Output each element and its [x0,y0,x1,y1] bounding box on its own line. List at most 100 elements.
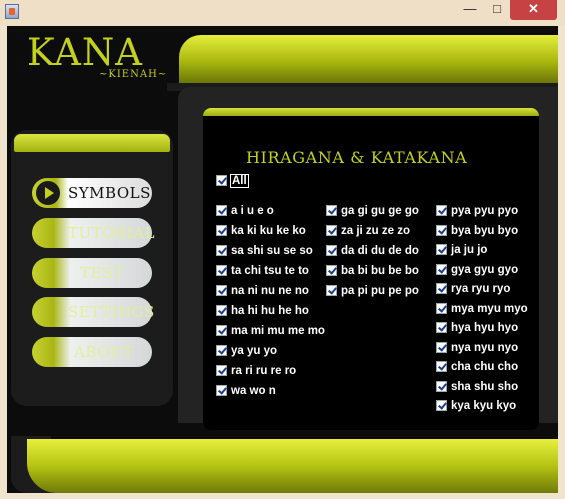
checkbox-group[interactable]: ra ri ru re ro [216,364,296,378]
checkbox-group[interactable]: gya gyu gyo [436,263,518,277]
checkbox-checked-icon [216,325,227,336]
close-button[interactable]: ✕ [510,0,557,20]
checkbox-group[interactable]: bya byu byo [436,224,518,238]
checkbox-group[interactable]: cha chu cho [436,360,518,374]
checkbox-checked-icon [216,305,227,316]
nav-button-label: TEST [80,264,124,282]
checkbox-group[interactable]: wa wo n [216,384,276,398]
checkbox-label: ya yu yo [231,345,278,357]
checkbox-checked-icon [326,225,337,236]
nav-button-label: SYMBOLS [68,184,151,202]
checkbox-checked-icon [436,224,447,236]
nav-button-label: TUTORIAL [68,224,155,242]
checkbox-label: pya pyu pyo [451,205,519,217]
nav-button-about[interactable]: ABOUT [32,337,152,367]
checkbox-group[interactable]: kya kyu kyo [436,399,516,413]
checkbox-checked-icon [326,285,337,296]
checkbox-group[interactable]: ha hi hu he ho [216,304,309,318]
checkbox-checked-icon [436,361,447,372]
checkbox-group[interactable]: ka ki ku ke ko [216,224,306,238]
checkbox-label: na ni nu ne no [231,285,309,297]
logo-title: KANA [27,31,143,74]
java-app-icon [5,4,19,19]
checkbox-label: sa shi su se so [231,245,313,257]
checkbox-checked-icon [216,225,227,236]
checkbox-checked-icon [436,341,447,353]
checkbox-group[interactable]: ta chi tsu te to [216,264,309,278]
checkbox-group[interactable]: ga gi gu ge go [326,204,419,218]
checkbox-label: ga gi gu ge go [341,205,419,217]
checkbox-label: ra ri ru re ro [231,365,297,377]
checkbox-group[interactable]: ba bi bu be bo [326,264,419,278]
checkbox-label: mya myu myo [451,302,528,315]
maximize-button[interactable]: □ [484,0,510,20]
checkbox-checked-icon [216,265,227,276]
checkbox-label: a i u e o [231,205,274,217]
checkbox-all[interactable]: All [216,174,249,188]
checkbox-group[interactable]: ya yu yo [216,344,277,358]
checkbox-checked-icon [216,365,227,376]
nav-button-symbols[interactable]: SYMBOLS [32,178,152,208]
checkbox-group[interactable]: sha shu sho [436,380,518,394]
checkbox-label: ba bi bu be bo [341,265,419,277]
panel-heading: HIRAGANA & KATAKANA [246,148,468,167]
checkbox-group[interactable]: mya myu myo [436,302,528,316]
checkbox-group[interactable]: za ji zu ze zo [326,224,410,238]
checkbox-label: ma mi mu me mo [231,325,325,337]
checkbox-group[interactable]: ja ju jo [436,243,487,257]
checkbox-label: nya nyu nyo [451,341,519,354]
checkbox-checked-icon [436,302,447,314]
checkbox-checked-icon [436,283,447,294]
checkbox-group[interactable]: rya ryu ryo [436,282,510,296]
minimize-button[interactable]: — [457,0,483,20]
checkbox-label: ka ki ku ke ko [231,225,306,237]
nav-button-test[interactable]: TEST [32,258,152,288]
checkbox-label: za ji zu ze zo [341,225,411,237]
checkbox-label: sha shu sho [451,380,519,393]
checkbox-group[interactable]: pya pyu pyo [436,204,518,218]
nav-button-settings[interactable]: SETTINGS [32,297,155,327]
checkbox-group[interactable]: pa pi pu pe po [326,284,419,298]
checkbox-group[interactable]: a i u e o [216,204,274,218]
checkbox-label: da di du de do [341,245,419,257]
bottom-decorative-band [27,439,558,493]
nav-button-label: SETTINGS [68,303,155,321]
checkbox-label: ja ju jo [451,244,488,256]
checkbox-group[interactable]: hya hyu hyo [436,321,518,335]
checkbox-checked-icon [326,245,337,256]
checkbox-label: wa wo n [231,385,276,397]
checkbox-checked-icon [326,205,337,216]
checkbox-label: ta chi tsu te to [231,265,309,277]
nav-panel-strip [14,134,170,152]
title-bar: — □ ✕ [0,0,565,26]
symbols-panel-strip [203,108,539,116]
checkbox-label: rya ryu ryo [451,283,511,295]
checkbox-checked-icon [436,263,447,275]
nav-button-tutorial[interactable]: TUTORIAL [32,218,155,248]
checkbox-group[interactable]: ma mi mu me mo [216,324,325,338]
checkbox-label: ha hi hu he ho [231,305,309,317]
checkbox-checked-icon [436,322,447,333]
checkbox-label: hya hyu hyo [451,322,519,334]
checkbox-label: bya byu byo [451,224,519,237]
checkbox-checked-icon [216,385,227,396]
checkbox-checked-icon [436,380,447,392]
checkbox-group[interactable]: da di du de do [326,244,419,258]
checkbox-checked-icon [216,175,227,186]
checkbox-group[interactable]: na ni nu ne no [216,284,309,298]
checkbox-checked-icon [436,244,447,255]
play-icon [36,181,60,205]
checkbox-label: kya kyu kyo [451,400,517,412]
checkbox-label: pa pi pu pe po [341,285,419,297]
checkbox-checked-icon [216,245,227,256]
checkbox-group[interactable]: nya nyu nyo [436,341,518,355]
checkbox-checked-icon [216,205,227,216]
checkbox-checked-icon [216,345,227,356]
checkbox-checked-icon [436,400,447,411]
checkbox-checked-icon [216,285,227,296]
checkbox-group[interactable]: sa shi su se so [216,244,313,258]
logo-subtitle: ~KIENAH~ [99,69,168,80]
checkbox-label: gya gyu gyo [451,263,519,276]
checkbox-checked-icon [436,205,447,216]
checkbox-checked-icon [326,265,337,276]
